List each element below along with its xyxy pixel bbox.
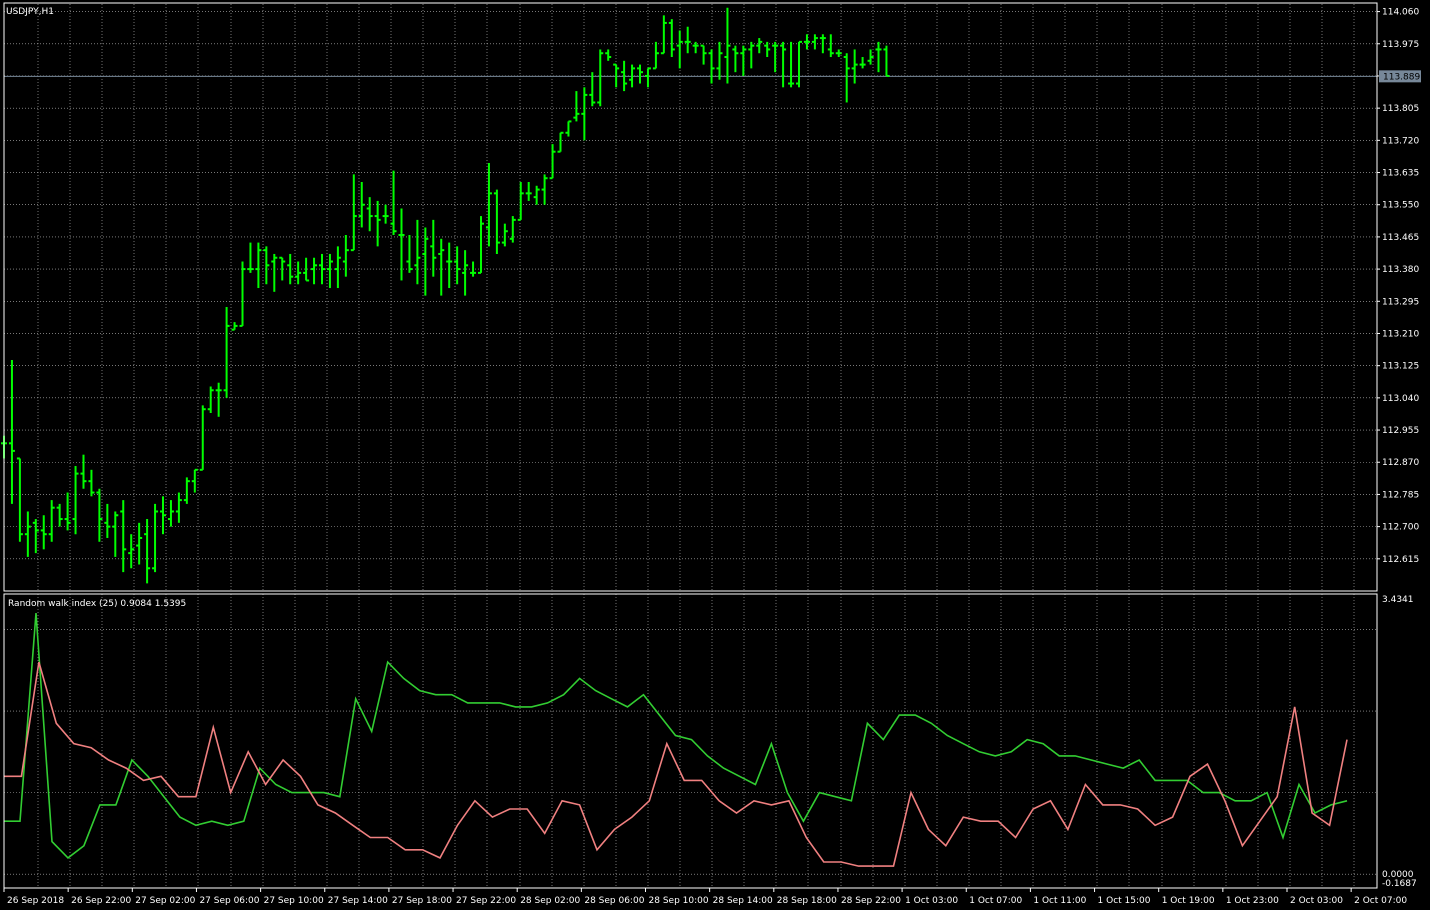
x-tick-label: 1 Oct 11:00 bbox=[1033, 896, 1086, 906]
x-tick-label: 27 Sep 02:00 bbox=[135, 896, 195, 906]
x-tick-label: 1 Oct 07:00 bbox=[969, 896, 1022, 906]
indicator-title: Random walk index (25) 0.9084 1.5395 bbox=[8, 599, 186, 609]
x-tick-label: 28 Sep 22:00 bbox=[841, 896, 901, 906]
y-tick-label: 113.975 bbox=[1382, 40, 1419, 50]
y-tick-label: 112.615 bbox=[1382, 555, 1419, 565]
x-tick-label: 27 Sep 14:00 bbox=[328, 896, 388, 906]
chart-canvas: 114.060113.975113.890113.805113.720113.6… bbox=[0, 0, 1430, 910]
chart-title: USDJPY,H1 bbox=[6, 7, 54, 17]
y-tick-label: -0.1687 bbox=[1382, 879, 1417, 889]
y-tick-label: 112.785 bbox=[1382, 490, 1419, 500]
x-tick-label: 26 Sep 2018 bbox=[7, 896, 64, 906]
y-tick-label: 113.040 bbox=[1382, 394, 1419, 404]
y-tick-label: 112.700 bbox=[1382, 523, 1419, 533]
x-tick-label: 1 Oct 19:00 bbox=[1162, 896, 1215, 906]
x-tick-label: 28 Sep 18:00 bbox=[777, 896, 837, 906]
y-tick-label: 113.125 bbox=[1382, 362, 1419, 372]
x-tick-label: 28 Sep 02:00 bbox=[520, 896, 580, 906]
y-tick-label: 3.4341 bbox=[1382, 595, 1414, 605]
y-tick-label: 113.380 bbox=[1382, 265, 1419, 275]
x-tick-label: 26 Sep 22:00 bbox=[71, 896, 131, 906]
y-tick-label: 113.635 bbox=[1382, 169, 1419, 179]
x-tick-label: 28 Sep 06:00 bbox=[584, 896, 644, 906]
x-tick-label: 27 Sep 18:00 bbox=[392, 896, 452, 906]
x-tick-label: 1 Oct 03:00 bbox=[905, 896, 958, 906]
y-tick-label: 113.550 bbox=[1382, 201, 1419, 211]
x-tick-label: 28 Sep 10:00 bbox=[649, 896, 709, 906]
x-tick-label: 28 Sep 14:00 bbox=[713, 896, 773, 906]
x-tick-label: 27 Sep 06:00 bbox=[199, 896, 259, 906]
x-tick-label: 2 Oct 03:00 bbox=[1290, 896, 1343, 906]
y-tick-label: 113.295 bbox=[1382, 297, 1419, 307]
y-tick-label: 112.955 bbox=[1382, 426, 1419, 436]
x-tick-label: 27 Sep 22:00 bbox=[456, 896, 516, 906]
background bbox=[0, 0, 1430, 910]
y-tick-label: 113.805 bbox=[1382, 104, 1419, 114]
y-tick-label: 113.720 bbox=[1382, 136, 1419, 146]
y-tick-label: 113.465 bbox=[1382, 233, 1419, 243]
x-tick-label: 1 Oct 15:00 bbox=[1098, 896, 1151, 906]
y-tick-label: 114.060 bbox=[1382, 8, 1419, 18]
y-tick-label: 113.210 bbox=[1382, 329, 1419, 339]
x-tick-label: 1 Oct 23:00 bbox=[1226, 896, 1279, 906]
y-tick-label: 112.870 bbox=[1382, 458, 1419, 468]
x-tick-label: 27 Sep 10:00 bbox=[264, 896, 324, 906]
current-price-label: 113.889 bbox=[1383, 72, 1420, 82]
x-tick-label: 2 Oct 07:00 bbox=[1354, 896, 1407, 906]
